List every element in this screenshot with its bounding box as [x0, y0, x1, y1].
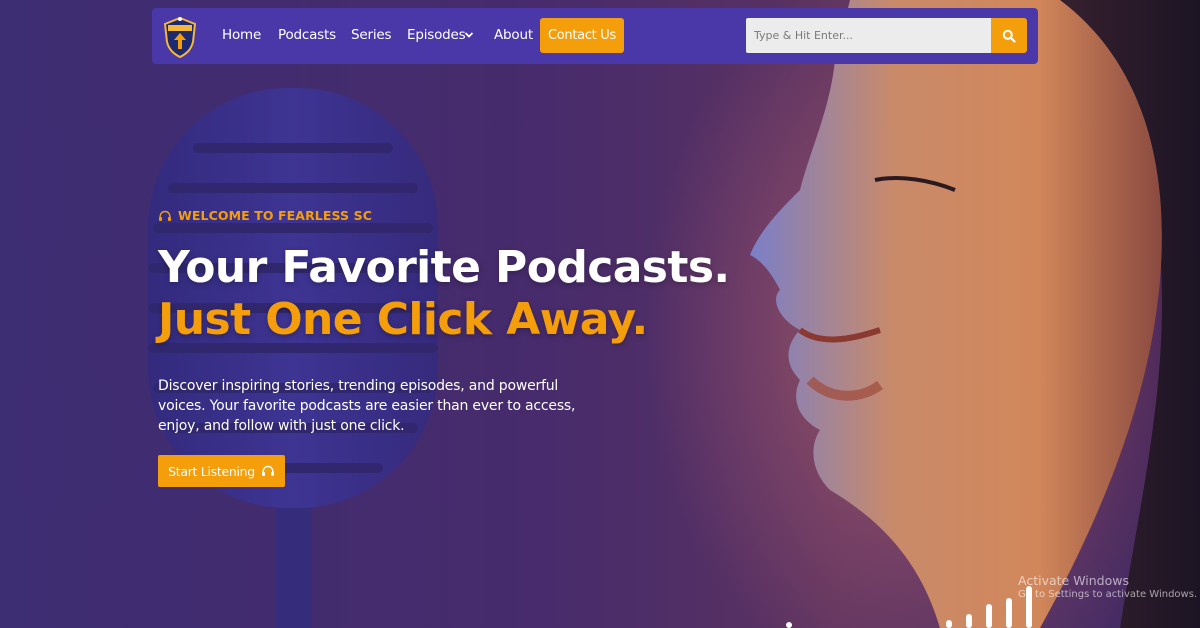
- headphones-icon: [159, 210, 171, 221]
- contact-us-button[interactable]: Contact Us: [540, 18, 624, 53]
- search-button[interactable]: [991, 18, 1027, 53]
- start-listening-button[interactable]: Start Listening: [158, 455, 285, 487]
- hero-headline-line1: Your Favorite Podcasts.: [158, 242, 730, 293]
- nav-home-link[interactable]: Home: [222, 27, 261, 43]
- windows-activation-title: Activate Windows: [1018, 573, 1129, 588]
- search-icon: [1002, 29, 1016, 43]
- chevron-down-icon[interactable]: [464, 31, 474, 39]
- headphones-icon: [261, 465, 274, 476]
- hero-eyebrow: WELCOME TO FEARLESS SC: [158, 208, 372, 223]
- nav-episodes-link[interactable]: Episodes: [407, 27, 466, 43]
- eyebrow-text: WELCOME TO FEARLESS SC: [178, 208, 372, 223]
- nav-series-link[interactable]: Series: [351, 27, 392, 43]
- audio-waveform-graphic: [786, 586, 1032, 628]
- hero-headline-line2: Just One Click Away.: [158, 294, 648, 345]
- search-input[interactable]: [746, 18, 991, 53]
- main-navbar: Home Podcasts Series Episodes About Cont…: [152, 8, 1038, 64]
- nav-podcasts-link[interactable]: Podcasts: [278, 27, 336, 43]
- shield-crest-icon[interactable]: [162, 16, 198, 58]
- microphone-image: [148, 88, 438, 628]
- start-listening-label: Start Listening: [168, 463, 255, 479]
- woman-portrait-image: [750, 0, 1200, 628]
- hero-description: Discover inspiring stories, trending epi…: [158, 378, 576, 434]
- windows-activation-subtitle: Go to Settings to activate Windows.: [1018, 589, 1198, 600]
- nav-about-link[interactable]: About: [494, 27, 533, 43]
